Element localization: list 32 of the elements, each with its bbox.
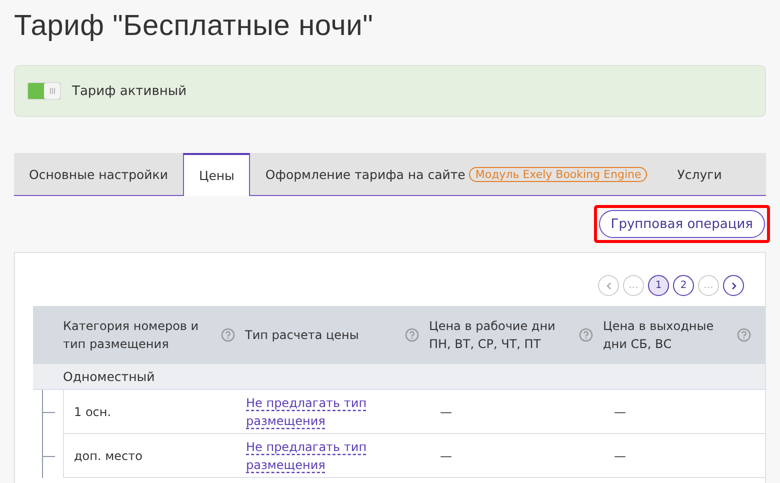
chevron-left-icon	[604, 282, 612, 290]
column-header: Категория номеров и тип размещения	[63, 318, 200, 353]
table-cell-text: —	[439, 448, 453, 462]
table-cell-text: —	[613, 448, 627, 462]
tab[interactable]: Цены	[182, 153, 250, 196]
help-icon[interactable]	[737, 328, 751, 342]
tab[interactable]: Услуги	[662, 153, 737, 195]
column-header: Цена в рабочие дни ПН, ВТ, СР, ЧТ, ПТ	[429, 318, 556, 353]
column-header: Цена в выходные дни СБ, ВС	[603, 318, 715, 353]
active-toggle[interactable]	[27, 82, 61, 100]
next-page-button[interactable]	[723, 275, 744, 296]
page-title: Тариф "Бесплатные ночи"	[14, 9, 374, 44]
table-cell-text: доп. место	[73, 448, 144, 462]
price-type-link[interactable]: Не предлагать тип размещения	[246, 438, 376, 474]
price-type-link[interactable]: Не предлагать тип размещения	[246, 394, 376, 430]
group-action-button[interactable]: Групповая операция	[598, 210, 765, 238]
module-badge: Модуль Exely Booking Engine	[469, 166, 648, 182]
table-cell-text: —	[613, 404, 627, 418]
help-icon[interactable]	[579, 328, 593, 342]
table-cell-text: —	[439, 404, 453, 418]
page-button[interactable]: 2	[673, 275, 694, 296]
chevron-right-icon	[730, 282, 738, 290]
toggle-label: Тариф активный	[72, 84, 187, 98]
column-header: Тип расчета цены	[245, 327, 359, 344]
grip-icon	[50, 88, 54, 94]
table-cell-text: 1 осн.	[73, 404, 112, 418]
tab[interactable]: Основные настройки	[14, 153, 183, 195]
page-button[interactable]: 1	[648, 275, 669, 296]
tab[interactable]: Оформление тарифа на сайте Модуль Exely Booking Engine	[250, 153, 662, 195]
help-icon[interactable]	[405, 328, 419, 342]
room-category: Одноместный	[63, 369, 155, 384]
help-icon[interactable]	[221, 328, 235, 342]
